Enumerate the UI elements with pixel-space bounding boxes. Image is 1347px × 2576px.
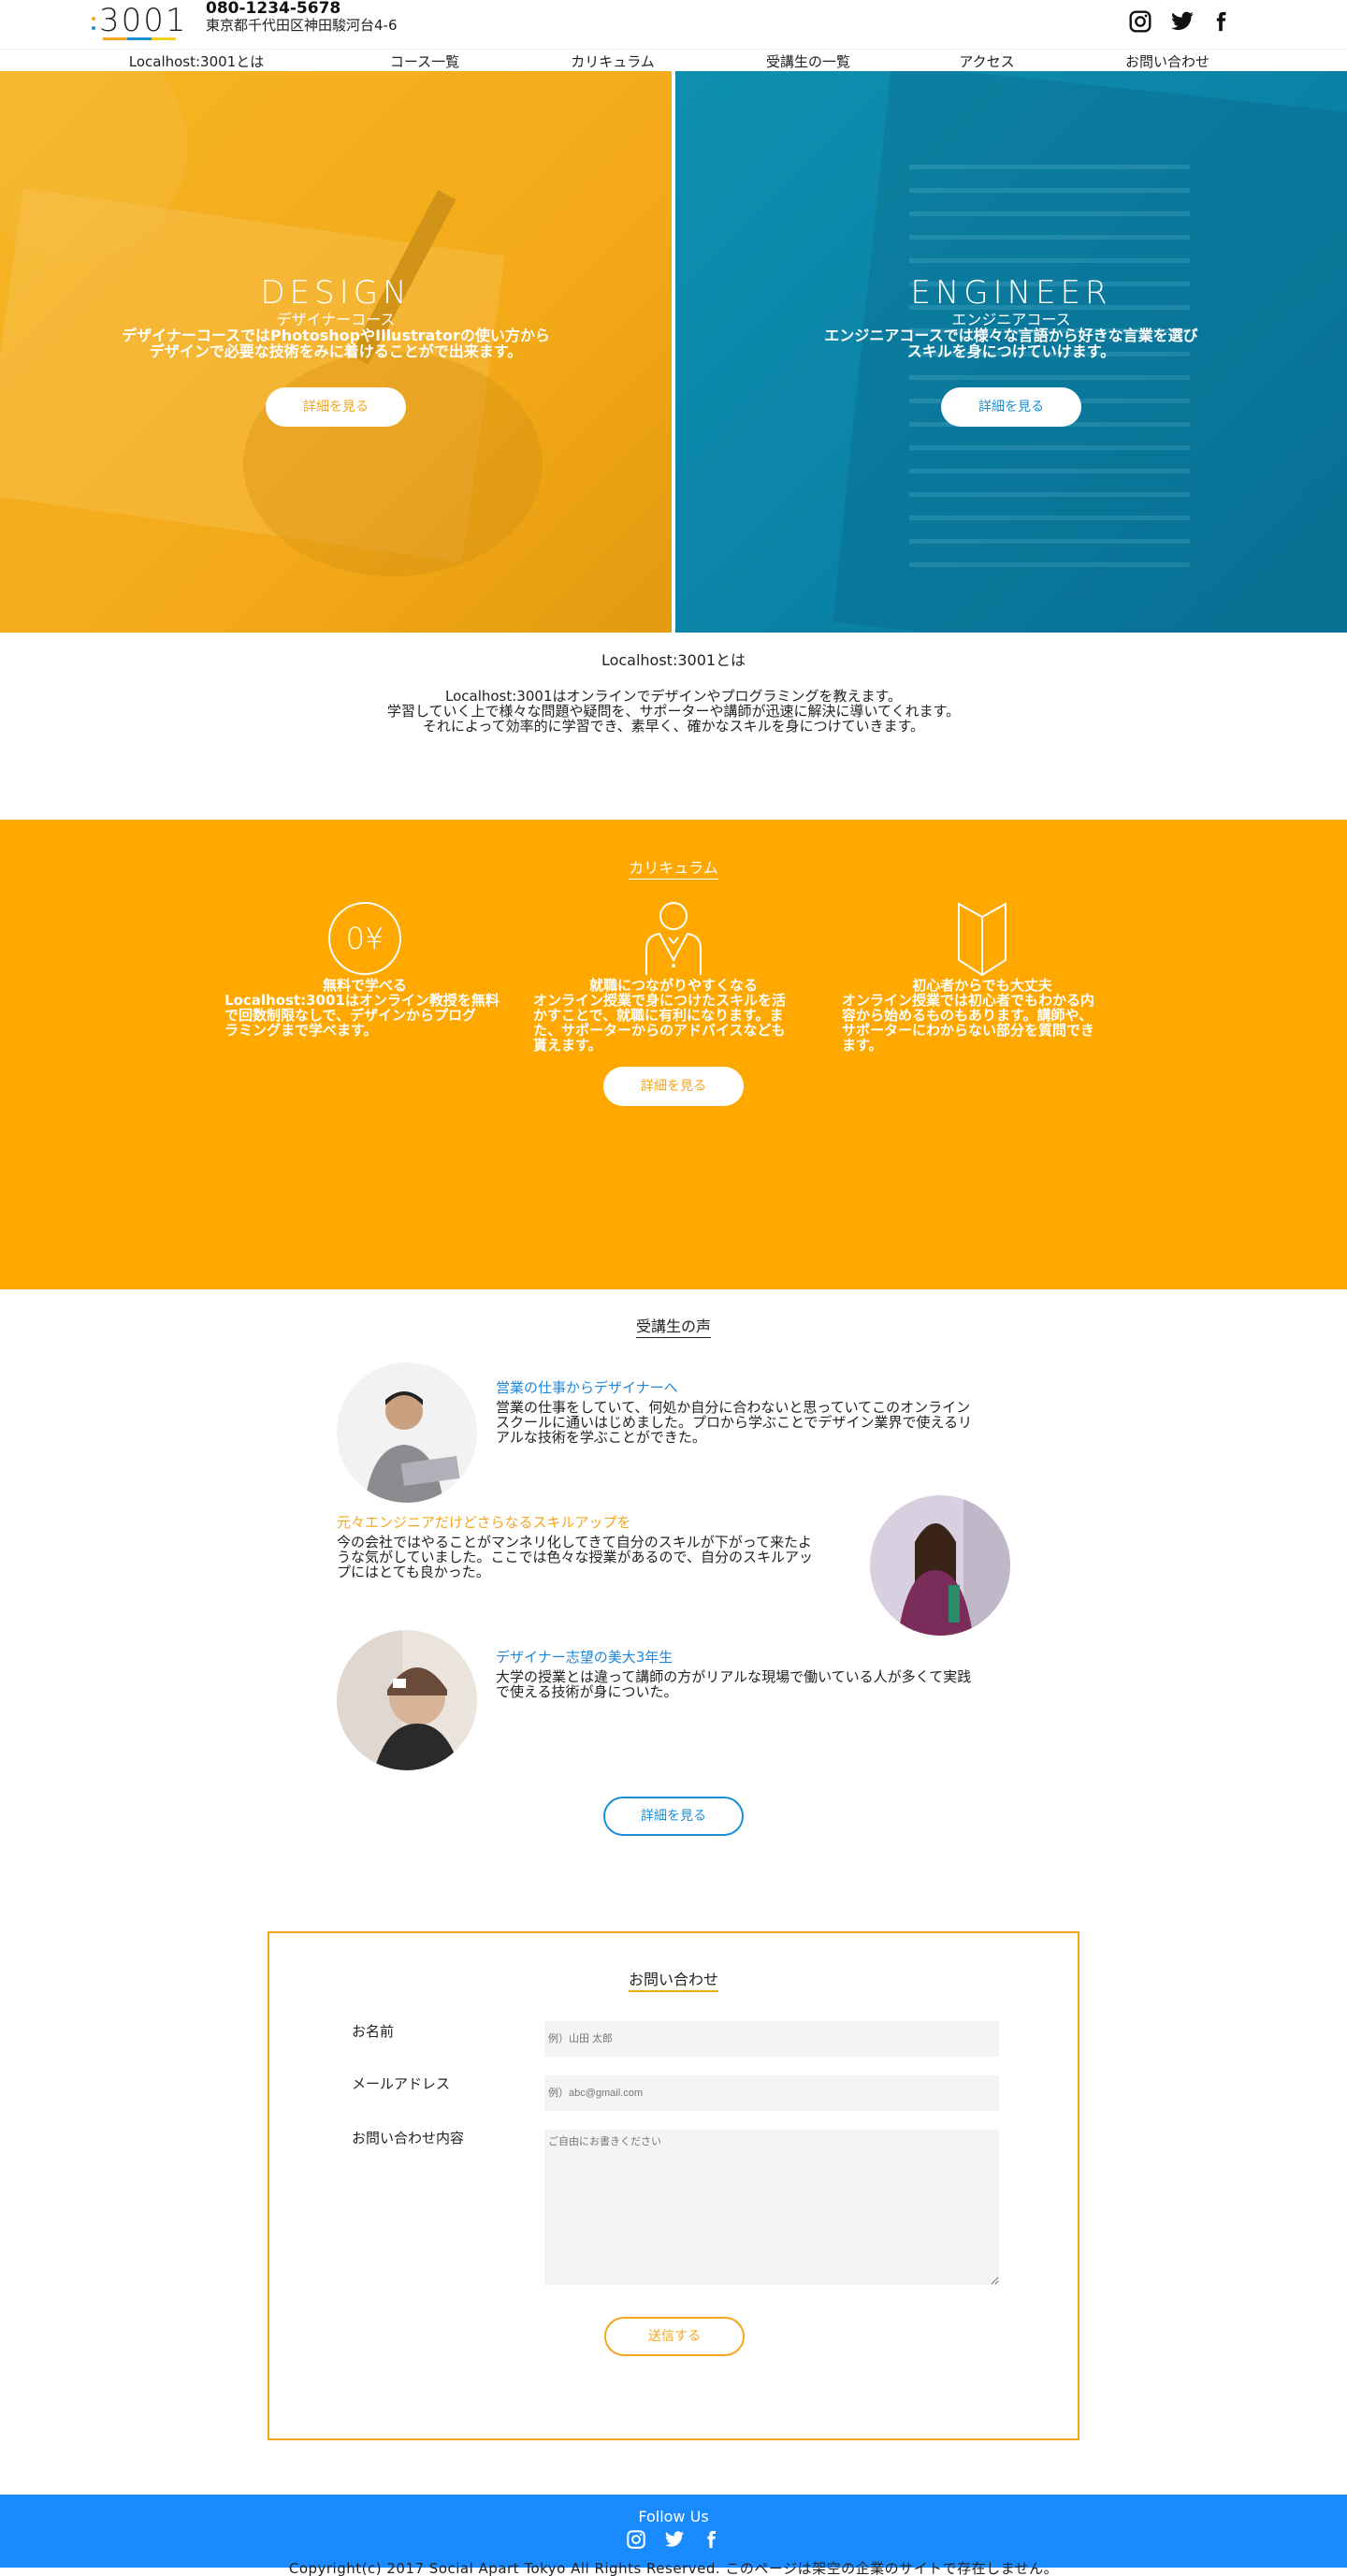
curriculum-details-button[interactable]: 詳細を見る: [603, 1067, 744, 1106]
about-line-2: 学習していく上で様々な問題や疑問を、サポーターや講師が迅速に解決に導いてくれます…: [386, 703, 961, 720]
instagram-icon[interactable]: [626, 2529, 646, 2550]
curriculum-title: カリキュラム: [0, 855, 1347, 880]
hero-engineer-desc-1: エンジニアコースでは様々な言語から好きな言業を選び: [824, 327, 1198, 344]
hero-design: DESIGN デザイナーコース デザイナーコースではPhotoshopやIllu…: [0, 71, 672, 633]
main-nav: Localhost:3001とは コース一覧 カリキュラム 受講生の一覧 アクセ…: [0, 49, 1347, 71]
header-tel: 080-1234-5678: [206, 0, 341, 18]
hero-design-content: DESIGN デザイナーコース デザイナーコースではPhotoshopやIllu…: [0, 275, 672, 427]
about-line-1: Localhost:3001はオンラインでデザインやプログラミングを教えます。: [445, 688, 902, 705]
follow-us-label: Follow Us: [638, 2508, 709, 2525]
yen-icon: 0¥: [326, 900, 403, 977]
voice-text-1: 営業の仕事をしていて、何処か自分に合わないと思っていてこのオンライン スクールに…: [496, 1399, 973, 1446]
header-contact: 080-1234-5678 東京都千代田区神田駿河台4-6: [206, 0, 398, 34]
curriculum-item-body: オンライン授業で身につけたスキルを活 かすことで、就職に有利になります。ま た、…: [533, 992, 787, 1054]
curriculum-item-career: 就職につながりやすくなる オンライン授業で身につけたスキルを活 かすことで、就職…: [533, 900, 814, 1053]
person-icon: [635, 900, 712, 977]
curriculum-item-beginner: 初心者からでも大丈夫 オンライン授業では初心者でもわかる内 容から始めるものもあ…: [842, 900, 1122, 1053]
voices-title-text: 受講生の声: [635, 1317, 711, 1338]
nav-item-access[interactable]: アクセス: [959, 51, 1014, 71]
nav-item-curriculum[interactable]: カリキュラム: [571, 51, 655, 71]
site-header: 3001 080-1234-5678 東京都千代田区神田駿河台4-6: [0, 0, 1347, 49]
hero-design-button[interactable]: 詳細を見る: [266, 387, 406, 427]
voice-title-3: デザイナー志望の美大3年生: [496, 1649, 674, 1666]
hero-design-title: DESIGN: [260, 274, 412, 312]
facebook-icon[interactable]: [1210, 9, 1235, 34]
contact-title: お問い合わせ: [269, 1967, 1078, 1992]
about-section: Localhost:3001とは Localhost:3001はオンラインでデザ…: [0, 648, 1347, 734]
nav-item-about[interactable]: Localhost:3001とは: [129, 51, 265, 71]
contact-form: お問い合わせ お名前 メールアドレス お問い合わせ内容 送信する: [268, 1931, 1079, 2440]
instagram-icon[interactable]: [1128, 9, 1152, 34]
curriculum-item-head: 就職につながりやすくなる: [588, 977, 758, 994]
about-text: Localhost:3001はオンラインでデザインやプログラミングを教えます。 …: [0, 689, 1347, 734]
message-label: お問い合わせ内容: [352, 2130, 465, 2147]
curriculum-item-body: Localhost:3001はオンライン教授を無料 で回数制限なしで、デザインか…: [224, 992, 500, 1039]
voice-title-2: 元々エンジニアだけどさらなるスキルアップを: [337, 1514, 631, 1531]
email-label: メールアドレス: [352, 2075, 451, 2092]
about-title: Localhost:3001とは: [601, 651, 746, 669]
submit-button[interactable]: 送信する: [604, 2317, 745, 2356]
curriculum-item-free: 0¥ 無料で学べる Localhost:3001はオンライン教授を無料 で回数制…: [224, 900, 505, 1038]
twitter-icon[interactable]: [663, 2529, 685, 2550]
logo-text: 3001: [99, 2, 188, 39]
voices-title: 受講生の声: [0, 1314, 1347, 1338]
voice-text-3: 大学の授業とは違って講師の方がリアルな現場で働いている人が多くて実践 で使える技…: [496, 1668, 972, 1700]
message-field[interactable]: [544, 2130, 999, 2285]
copyright: Copyright(c) 2017 Social Apart Tokyo All…: [288, 2560, 1059, 2576]
email-field[interactable]: [544, 2075, 999, 2111]
hero-engineer-desc-2: スキルを身につけていけます。: [906, 342, 1116, 360]
curriculum-section: カリキュラム 0¥ 無料で学べる Localhost:3001はオンライン教授を…: [0, 820, 1347, 1289]
voices-section: 受講生の声 営業の仕事からデザイナーへ 営業の仕事をしていて、何処か自分に合わな…: [0, 1289, 1347, 1888]
name-label: お名前: [352, 2023, 395, 2040]
curriculum-item-body: オンライン授業では初心者でもわかる内 容から始めるものもあります。講師や、 サポ…: [842, 992, 1095, 1054]
voice-photo-1: [337, 1362, 477, 1503]
site-logo[interactable]: 3001: [92, 2, 186, 41]
header-address: 東京都千代田区神田駿河台4-6: [206, 17, 398, 34]
contact-title-text: お問い合わせ: [628, 1971, 718, 1992]
facebook-icon[interactable]: [701, 2529, 721, 2550]
hero-design-desc-1: デザイナーコースではPhotoshopやIllustratorの使い方から: [122, 327, 550, 344]
nav-item-courses[interactable]: コース一覧: [390, 51, 459, 71]
voice-title-1: 営業の仕事からデザイナーへ: [496, 1379, 678, 1396]
hero-engineer: ENGINEER エンジニアコース エンジニアコースでは様々な言語から好きな言業…: [675, 71, 1347, 633]
hero-engineer-content: ENGINEER エンジニアコース エンジニアコースでは様々な言語から好きな言業…: [675, 275, 1347, 427]
voice-photo-3: [337, 1630, 477, 1770]
hero-design-subtitle: デザイナーコース: [276, 311, 396, 328]
about-line-3: それによって効率的に学習でき、素早く、確かなスキルを身につけていきます。: [422, 718, 925, 735]
site-footer: Follow Us: [0, 2495, 1347, 2568]
hero-design-desc-2: デザインで必要な技術をみに着けることがで出来ます。: [149, 342, 523, 360]
hero-engineer-title: ENGINEER: [910, 274, 1112, 312]
nav-item-contact[interactable]: お問い合わせ: [1125, 51, 1209, 71]
book-icon: [944, 900, 1021, 977]
hero-engineer-subtitle: エンジニアコース: [951, 311, 1071, 328]
voice-photo-2: [870, 1495, 1010, 1636]
curriculum-item-head: 初心者からでも大丈夫: [912, 977, 1052, 994]
voice-text-2: 今の会社ではやることがマンネリ化してきて自分のスキルが下がって来たよ うな気がし…: [337, 1534, 813, 1580]
svg-text:0¥: 0¥: [346, 921, 384, 956]
logo-dots: [92, 17, 95, 37]
voices-details-button[interactable]: 詳細を見る: [603, 1797, 744, 1836]
hero-engineer-button[interactable]: 詳細を見る: [941, 387, 1081, 427]
nav-item-students[interactable]: 受講生の一覧: [766, 51, 850, 71]
logo-bar: [103, 37, 176, 40]
footer-social: [0, 2529, 1347, 2550]
curriculum-item-head: 無料で学べる: [322, 977, 407, 994]
twitter-icon[interactable]: [1169, 9, 1194, 34]
name-field[interactable]: [544, 2021, 999, 2057]
header-social: [1128, 9, 1235, 34]
curriculum-title-text: カリキュラム: [629, 859, 718, 880]
